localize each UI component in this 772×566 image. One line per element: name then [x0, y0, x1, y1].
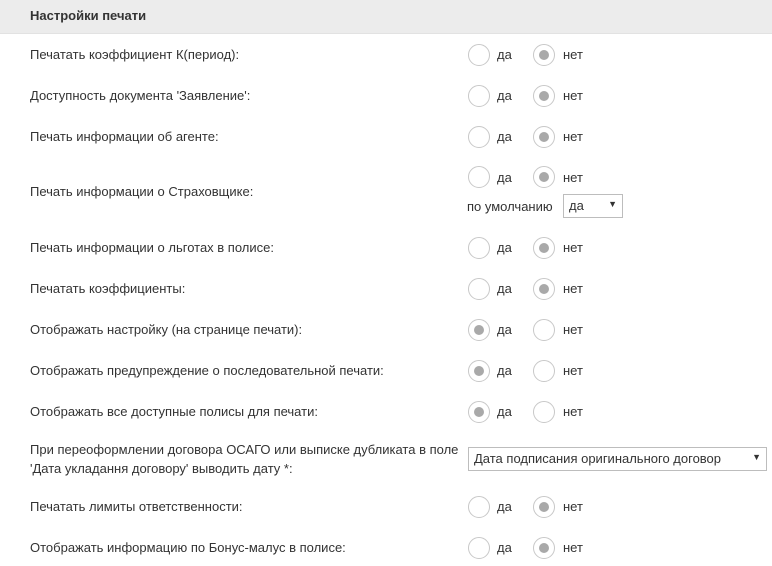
setting-label: Печатать коэффициенты: [30, 281, 186, 296]
radio-yes[interactable] [468, 85, 490, 107]
setting-label: Отображать информацию по Бонус-малус в п… [30, 540, 346, 555]
radio-no[interactable] [533, 537, 555, 559]
radio-no[interactable] [533, 44, 555, 66]
radio-no[interactable] [533, 166, 555, 188]
radio-yes-label: да [497, 540, 512, 555]
radio-yes-label: да [497, 322, 512, 337]
radio-yes-label: да [497, 404, 512, 419]
radio-yes[interactable] [468, 126, 490, 148]
reissue-date-select-value: Дата подписания оригинального договор [474, 451, 722, 466]
default-select-value: да [569, 198, 584, 213]
setting-label: Печать информации об агенте: [30, 129, 219, 144]
setting-label: Печатать коэффициент К(период): [30, 47, 240, 62]
chevron-down-icon: ▼ [608, 199, 617, 209]
setting-label: При переоформлении договора ОСАГО или вы… [30, 442, 459, 476]
radio-no-label: нет [563, 540, 583, 555]
radio-no[interactable] [533, 85, 555, 107]
section-title: Настройки печати [30, 8, 147, 23]
radio-no-label: нет [563, 240, 583, 255]
setting-row-print-coefficients: Печатать коэффициенты: да нет [0, 277, 772, 301]
radio-no[interactable] [533, 319, 555, 341]
setting-label: Отображать все доступные полисы для печа… [30, 404, 318, 419]
radio-no[interactable] [533, 401, 555, 423]
setting-row-show-settings: Отображать настройку (на странице печати… [0, 318, 772, 342]
setting-row-liability-limits: Печатать лимиты ответственности: да нет [0, 495, 772, 519]
setting-label: Отображать настройку (на странице печати… [30, 322, 303, 337]
radio-no[interactable] [533, 360, 555, 382]
radio-no[interactable] [533, 237, 555, 259]
radio-yes[interactable] [468, 537, 490, 559]
radio-yes[interactable] [468, 278, 490, 300]
radio-no-label: нет [563, 281, 583, 296]
setting-row-bonus-malus: Отображать информацию по Бонус-малус в п… [0, 536, 772, 560]
radio-yes[interactable] [468, 496, 490, 518]
radio-no-label: нет [563, 170, 583, 185]
radio-yes-label: да [497, 363, 512, 378]
section-header: Настройки печати [0, 0, 772, 34]
radio-yes-label: да [497, 170, 512, 185]
radio-no[interactable] [533, 126, 555, 148]
setting-row-sequential-warning: Отображать предупреждение о последовател… [0, 359, 772, 383]
radio-yes[interactable] [468, 319, 490, 341]
reissue-date-select[interactable]: Дата подписания оригинального договор ▼ [468, 447, 767, 471]
setting-row-print-k-period: Печатать коэффициент К(период): да нет [0, 43, 772, 67]
setting-row-insurer-info: Печать информации о Страховщике: да нет … [0, 166, 772, 222]
setting-row-benefits-info: Печать информации о льготах в полисе: да… [0, 236, 772, 260]
radio-yes-label: да [497, 499, 512, 514]
default-select[interactable]: да ▼ [563, 194, 623, 218]
setting-label: Доступность документа 'Заявление': [30, 88, 251, 103]
radio-yes[interactable] [468, 44, 490, 66]
radio-no-label: нет [563, 363, 583, 378]
setting-row-available-policies: Отображать все доступные полисы для печа… [0, 400, 772, 424]
radio-yes-label: да [497, 281, 512, 296]
setting-label: Отображать предупреждение о последовател… [30, 363, 384, 378]
setting-label: Печатать лимиты ответственности: [30, 499, 243, 514]
radio-no[interactable] [533, 496, 555, 518]
radio-yes[interactable] [468, 237, 490, 259]
radio-no-label: нет [563, 322, 583, 337]
radio-yes[interactable] [468, 401, 490, 423]
radio-yes[interactable] [468, 166, 490, 188]
radio-no-label: нет [563, 404, 583, 419]
radio-yes[interactable] [468, 360, 490, 382]
radio-no-label: нет [563, 47, 583, 62]
radio-no[interactable] [533, 278, 555, 300]
radio-yes-label: да [497, 240, 512, 255]
radio-no-label: нет [563, 88, 583, 103]
radio-yes-label: да [497, 88, 512, 103]
setting-row-agent-info: Печать информации об агенте: да нет [0, 125, 772, 149]
chevron-down-icon: ▼ [752, 452, 761, 462]
radio-no-label: нет [563, 499, 583, 514]
radio-yes-label: да [497, 47, 512, 62]
radio-no-label: нет [563, 129, 583, 144]
setting-label: Печать информации о Страховщике: [30, 184, 254, 199]
radio-yes-label: да [497, 129, 512, 144]
setting-label: Печать информации о льготах в полисе: [30, 240, 274, 255]
setting-row-application-availability: Доступность документа 'Заявление': да не… [0, 84, 772, 108]
setting-row-reissue-date: При переоформлении договора ОСАГО или вы… [0, 440, 772, 480]
default-label: по умолчанию [467, 199, 553, 214]
